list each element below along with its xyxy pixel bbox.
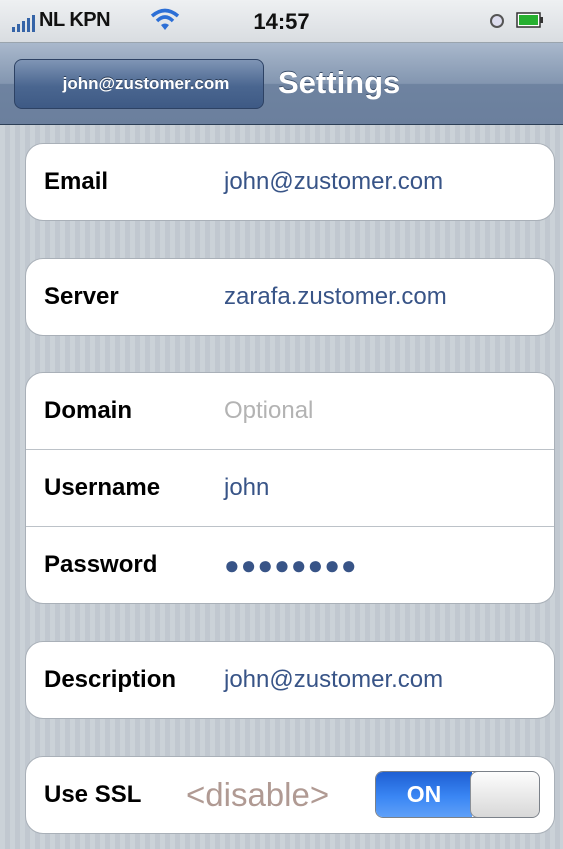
toggle-knob[interactable] — [470, 772, 539, 817]
status-bar: NL KPN 14:57 — [0, 0, 563, 43]
domain-label: Domain — [44, 397, 133, 424]
domain-row[interactable]: Domain Optional — [26, 373, 554, 449]
toggle-on-label: ON — [376, 772, 472, 817]
password-field[interactable]: ●●●●●●●● — [224, 527, 358, 603]
credentials-group: Domain Optional Username john Password ●… — [25, 372, 555, 604]
description-group: Description john@zustomer.com — [25, 641, 555, 719]
disable-annotation: <disable> — [186, 776, 330, 813]
status-time: 14:57 — [253, 9, 310, 34]
ssl-group: Use SSL <disable> ON — [25, 756, 555, 834]
email-label: Email — [44, 168, 109, 195]
domain-field[interactable]: Optional — [224, 373, 313, 449]
ssl-toggle[interactable]: ON — [375, 771, 540, 818]
description-field[interactable]: john@zustomer.com — [224, 642, 443, 718]
password-row[interactable]: Password ●●●●●●●● — [26, 526, 554, 603]
ssl-row: Use SSL <disable> ON — [26, 757, 554, 833]
description-row[interactable]: Description john@zustomer.com — [26, 642, 554, 718]
password-label: Password — [44, 551, 158, 578]
clock-icon — [490, 14, 504, 28]
email-row[interactable]: Email john@zustomer.com — [26, 144, 554, 220]
ssl-label: Use SSL — [44, 781, 142, 808]
battery-icon — [516, 12, 543, 28]
server-label: Server — [44, 283, 119, 310]
username-field[interactable]: john — [224, 450, 269, 526]
server-group: Server zarafa.zustomer.com — [25, 258, 555, 336]
username-label: Username — [44, 474, 161, 501]
server-row[interactable]: Server zarafa.zustomer.com — [26, 259, 554, 335]
navigation-bar: john@zustomer.com Settings — [0, 43, 563, 125]
back-button[interactable]: john@zustomer.com — [14, 59, 264, 109]
description-label: Description — [44, 666, 177, 693]
email-field[interactable]: john@zustomer.com — [224, 144, 443, 220]
username-row[interactable]: Username john — [26, 449, 554, 526]
email-group: Email john@zustomer.com — [25, 143, 555, 221]
server-field[interactable]: zarafa.zustomer.com — [224, 259, 447, 335]
page-title: Settings — [278, 65, 401, 100]
